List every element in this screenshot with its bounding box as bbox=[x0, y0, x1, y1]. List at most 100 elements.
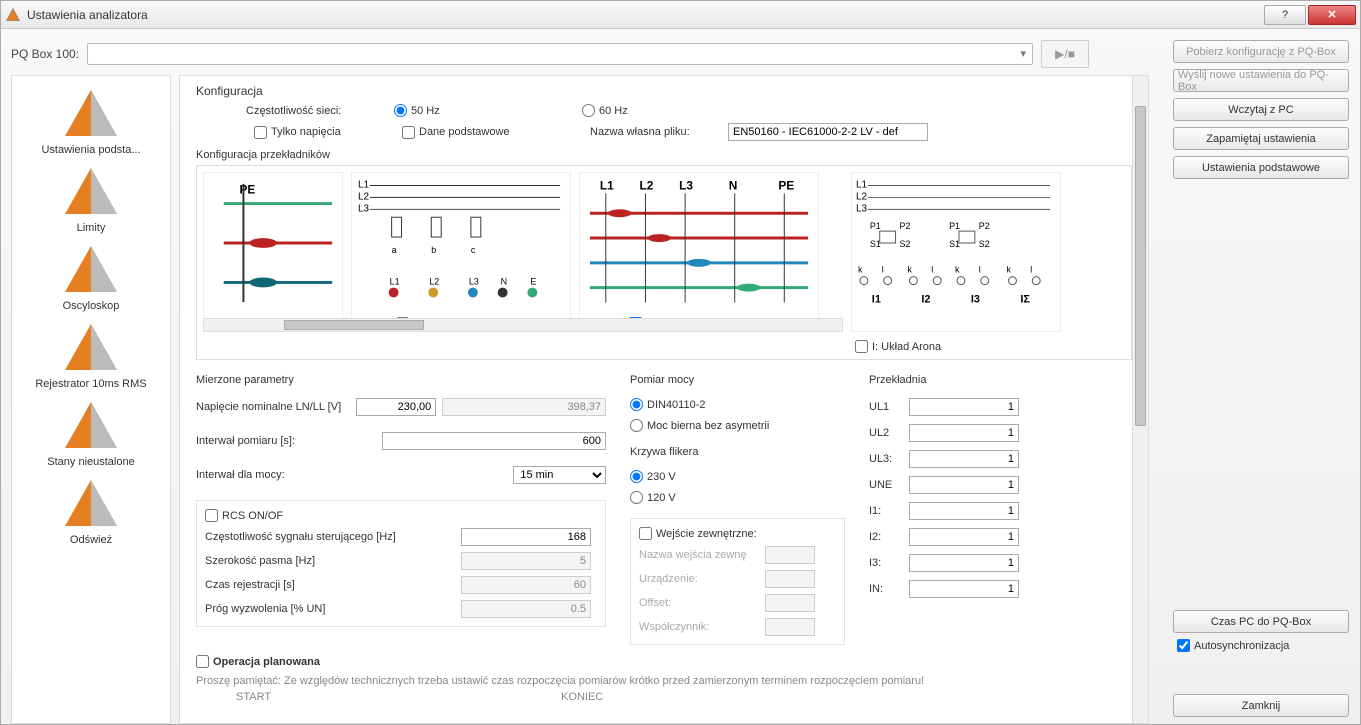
svg-text:L3: L3 bbox=[679, 178, 693, 192]
basic-data-check[interactable]: Dane podstawowe bbox=[402, 126, 582, 139]
diagram-2-3-wire[interactable]: PE γ - 2 lub 3 przewodowy bbox=[203, 172, 343, 332]
reactive-radio[interactable]: Moc bierna bez asymetrii bbox=[630, 419, 845, 432]
close-button-bottom[interactable]: Zamknij bbox=[1173, 694, 1349, 717]
svg-text:l: l bbox=[882, 265, 884, 275]
sidebar-item-label: Odśwież bbox=[70, 534, 112, 546]
ratio-une-input[interactable] bbox=[909, 476, 1019, 494]
rcs-bandwidth-input bbox=[461, 552, 591, 570]
ratio-section-title: Przekładnia bbox=[869, 374, 1059, 386]
ratio-ul2-input[interactable] bbox=[909, 424, 1019, 442]
svg-text:k: k bbox=[907, 265, 912, 275]
titlebar: Ustawienia analizatora ? ✕ bbox=[1, 1, 1360, 29]
ratio-row-i3: I3: bbox=[869, 554, 1059, 572]
svg-text:S2: S2 bbox=[900, 239, 911, 249]
rcs-freq-label: Częstotliwość sygnału sterującego [Hz] bbox=[205, 531, 455, 543]
svg-text:S1: S1 bbox=[949, 239, 960, 249]
close-button[interactable]: ✕ bbox=[1308, 5, 1356, 25]
power-meas-section-title: Pomiar mocy bbox=[630, 374, 845, 386]
svg-text:P2: P2 bbox=[900, 221, 911, 231]
nominal-ln-input[interactable] bbox=[356, 398, 436, 416]
svg-text:L3: L3 bbox=[856, 203, 868, 214]
sidebar-item-refresh[interactable]: Odśwież bbox=[14, 474, 168, 548]
svg-text:l: l bbox=[1030, 265, 1032, 275]
ratio-row-ul1: UL1 bbox=[869, 398, 1059, 416]
freq-60-radio[interactable]: 60 Hz bbox=[582, 104, 628, 117]
pq-box-label: PQ Box 100: bbox=[11, 47, 79, 61]
external-offset-label: Offset: bbox=[639, 597, 759, 609]
svg-text:L3: L3 bbox=[469, 277, 479, 287]
ratio-i2-input[interactable] bbox=[909, 528, 1019, 546]
svg-text:P2: P2 bbox=[979, 221, 990, 231]
ratio-ul3-input[interactable] bbox=[909, 450, 1019, 468]
aron-check[interactable]: I: Układ Arona bbox=[855, 340, 1061, 353]
ratio-row-i2: I2: bbox=[869, 528, 1059, 546]
din-radio[interactable]: DIN40110-2 bbox=[630, 398, 845, 411]
svg-text:S1: S1 bbox=[870, 239, 881, 249]
rcs-freq-input[interactable] bbox=[461, 528, 591, 546]
sidebar-item-basic-settings[interactable]: Ustawienia podsta... bbox=[14, 84, 168, 158]
fetch-config-button[interactable]: Pobierz konfigurację z PQ-Box bbox=[1173, 40, 1349, 63]
vertical-scrollbar[interactable] bbox=[1132, 76, 1148, 723]
interval-input[interactable] bbox=[382, 432, 606, 450]
svg-text:L3: L3 bbox=[358, 203, 370, 214]
ratio-row-ul2: UL2 bbox=[869, 424, 1059, 442]
autosync-check[interactable]: Autosynchronizacja bbox=[1173, 639, 1349, 652]
svg-text:N: N bbox=[729, 178, 738, 192]
measured-section-title: Mierzone parametry bbox=[196, 374, 606, 386]
svg-text:a: a bbox=[392, 245, 397, 255]
ratio-row-une: UNE bbox=[869, 476, 1059, 494]
device-row: PQ Box 100: ▶/■ bbox=[1, 39, 1360, 69]
rcs-toggle-check[interactable]: RCS ON/OF bbox=[205, 509, 597, 522]
external-coef-input bbox=[765, 618, 815, 636]
sidebar-item-transients[interactable]: Stany nieustalone bbox=[14, 396, 168, 470]
sidebar-item-recorder[interactable]: Rejestrator 10ms RMS bbox=[14, 318, 168, 392]
ratio-row-ul3: UL3: bbox=[869, 450, 1059, 468]
ratio-ul1-input[interactable] bbox=[909, 398, 1019, 416]
planned-start-label: START bbox=[236, 691, 271, 703]
ratio-i3-input[interactable] bbox=[909, 554, 1019, 572]
freq-50-radio[interactable]: 50 Hz bbox=[394, 104, 574, 117]
external-device-input bbox=[765, 570, 815, 588]
planned-note: Proszę pamiętać: Ze względów technicznyc… bbox=[196, 675, 1132, 687]
svg-text:b: b bbox=[431, 245, 436, 255]
flicker-230-radio[interactable]: 230 V bbox=[630, 470, 845, 483]
sidebar-item-label: Rejestrator 10ms RMS bbox=[35, 378, 146, 390]
planned-op-check[interactable]: Operacja planowana bbox=[196, 655, 320, 668]
rcs-bandwidth-label: Szerokość pasma [Hz] bbox=[205, 555, 455, 567]
help-button[interactable]: ? bbox=[1264, 5, 1306, 25]
power-interval-select[interactable]: 15 min bbox=[513, 466, 606, 484]
svg-text:P1: P1 bbox=[949, 221, 960, 231]
voltages-only-check[interactable]: Tylko napięcia bbox=[254, 126, 394, 139]
planned-end-label: KONIEC bbox=[561, 691, 603, 703]
ratio-i1-input[interactable] bbox=[909, 502, 1019, 520]
sidebar-item-limits[interactable]: Limity bbox=[14, 162, 168, 236]
external-name-input bbox=[765, 546, 815, 564]
sidebar-item-label: Ustawienia podsta... bbox=[41, 144, 140, 156]
external-offset-input bbox=[765, 594, 815, 612]
sidebar-item-label: Oscyloskop bbox=[63, 300, 120, 312]
pq-box-select[interactable] bbox=[87, 43, 1033, 65]
svg-text:L2: L2 bbox=[358, 191, 369, 202]
config-section-title: Konfiguracja bbox=[196, 84, 1132, 98]
rcs-threshold-label: Próg wyzwolenia [% UN] bbox=[205, 603, 455, 615]
sidebar-item-oscilloscope[interactable]: Oscyloskop bbox=[14, 240, 168, 314]
pc-time-button[interactable]: Czas PC do PQ-Box bbox=[1173, 610, 1349, 633]
content-panel: Konfiguracja Częstotliwość sieci: 50 Hz … bbox=[179, 75, 1149, 724]
diagram-aron: L1L2L3 P1P2P1P2 S1S2S1S2 klklklkl I1I2I3… bbox=[851, 172, 1061, 332]
diagram-3phase-wye[interactable]: L1L2L3NPE Układ 3 fazowy - gwiazda bbox=[579, 172, 819, 332]
svg-text:E: E bbox=[530, 277, 536, 287]
power-interval-label: Interwał dla mocy: bbox=[196, 469, 373, 481]
ratio-in-input[interactable] bbox=[909, 580, 1019, 598]
filename-input[interactable] bbox=[728, 123, 928, 141]
external-name-label: Nazwa wejścia zewnę bbox=[639, 549, 759, 561]
svg-text:L1: L1 bbox=[600, 178, 614, 192]
svg-text:k: k bbox=[858, 265, 863, 275]
diagram-3phase-delta[interactable]: L1L2L3 abc L1L2L3NE Układ 3 fazowy - tró… bbox=[351, 172, 571, 332]
sidebar-item-label: Limity bbox=[77, 222, 106, 234]
diagram-hscroll[interactable] bbox=[203, 318, 843, 332]
flicker-120-radio[interactable]: 120 V bbox=[630, 491, 845, 504]
svg-text:l: l bbox=[931, 265, 933, 275]
play-stop-button[interactable]: ▶/■ bbox=[1041, 40, 1089, 68]
external-toggle-check[interactable]: Wejście zewnętrzne: bbox=[639, 527, 836, 540]
nominal-voltage-label: Napięcie nominalne LN/LL [V] bbox=[196, 401, 350, 413]
